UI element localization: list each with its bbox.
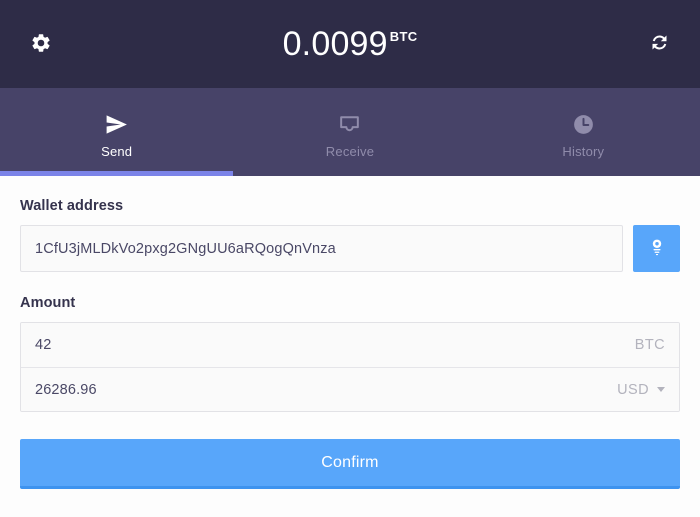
scan-qr-button[interactable] xyxy=(633,225,680,272)
amount-crypto-unit: BTC xyxy=(634,337,665,353)
refresh-sync-icon xyxy=(649,32,670,56)
paper-plane-icon xyxy=(104,111,129,137)
refresh-button[interactable] xyxy=(640,25,678,63)
app-header: 0.0099 BTC xyxy=(0,0,700,88)
inbox-tray-icon xyxy=(337,111,362,137)
qr-scan-icon xyxy=(646,236,668,261)
balance-amount: 0.0099 xyxy=(282,25,388,63)
tab-receive-label: Receive xyxy=(325,144,375,159)
balance-unit: BTC xyxy=(389,28,418,44)
wallet-address-row xyxy=(20,225,680,272)
wallet-app: 0.0099 BTC Send Receive History Wallet a… xyxy=(0,0,700,517)
wallet-address-input[interactable] xyxy=(20,225,623,272)
amount-crypto-row: BTC xyxy=(21,323,679,367)
tab-active-indicator xyxy=(0,171,234,176)
gear-icon xyxy=(30,32,52,57)
tab-history-label: History xyxy=(562,144,605,159)
tab-send-label: Send xyxy=(101,144,133,159)
wallet-address-label: Wallet address xyxy=(20,198,124,214)
balance-display: 0.0099 BTC xyxy=(0,0,700,88)
tab-history[interactable]: History xyxy=(467,88,700,176)
amount-label: Amount xyxy=(20,295,76,311)
confirm-button[interactable]: Confirm xyxy=(20,439,680,489)
send-form: Wallet address Amount BTC xyxy=(0,176,700,517)
balance-text: 0.0099 BTC xyxy=(283,27,418,61)
amount-input-group: BTC USD xyxy=(20,322,680,412)
settings-button[interactable] xyxy=(22,25,60,63)
chevron-down-icon xyxy=(657,387,665,392)
currency-dropdown-value: USD xyxy=(617,381,649,398)
tab-receive[interactable]: Receive xyxy=(233,88,466,176)
confirm-button-label: Confirm xyxy=(321,453,379,471)
amount-fiat-row: USD xyxy=(21,367,679,411)
currency-dropdown[interactable]: USD xyxy=(617,382,665,398)
amount-crypto-input[interactable] xyxy=(35,337,635,353)
tab-bar: Send Receive History xyxy=(0,88,700,176)
tab-send[interactable]: Send xyxy=(0,88,234,176)
amount-fiat-input[interactable] xyxy=(35,381,618,398)
clock-icon xyxy=(571,111,596,137)
